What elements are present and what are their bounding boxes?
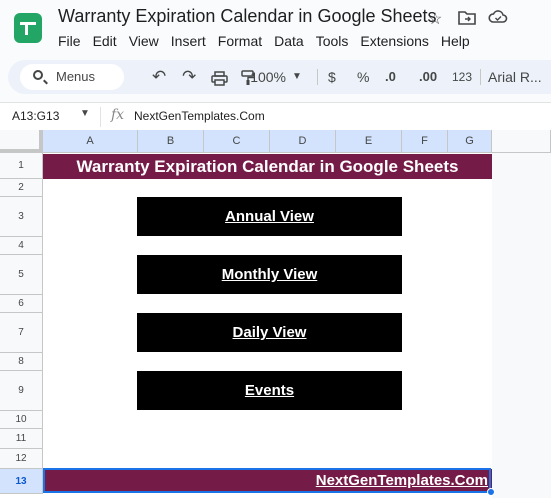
daily-view-button[interactable]: Daily View xyxy=(137,313,402,352)
row-header-8[interactable]: 8 xyxy=(0,353,43,371)
redo-icon[interactable]: ↷ xyxy=(182,60,196,94)
row-header-1[interactable]: 1 xyxy=(0,153,43,179)
cloud-status-icon[interactable] xyxy=(488,9,508,30)
row-header-4[interactable]: 4 xyxy=(0,237,43,255)
select-all-corner[interactable] xyxy=(0,130,43,153)
column-header-filler xyxy=(492,130,551,153)
name-box[interactable]: A13:G13 xyxy=(12,109,59,123)
menu-view[interactable]: View xyxy=(123,31,165,51)
footer-link[interactable]: NextGenTemplates.Com xyxy=(43,469,492,492)
annual-view-button[interactable]: Annual View xyxy=(137,197,402,236)
move-folder-icon[interactable] xyxy=(458,9,476,30)
menu-format[interactable]: Format xyxy=(212,31,268,51)
formula-divider xyxy=(100,107,101,127)
monthly-view-button[interactable]: Monthly View xyxy=(137,255,402,294)
name-box-chevron-down-icon[interactable]: ▼ xyxy=(80,108,90,119)
search-menus-label: Menus xyxy=(56,69,96,84)
row-header-9[interactable]: 9 xyxy=(0,371,43,411)
document-title[interactable]: Warranty Expiration Calendar in Google S… xyxy=(58,6,437,27)
row-header-3[interactable]: 3 xyxy=(0,197,43,237)
fill-handle[interactable] xyxy=(487,488,495,496)
menu-extensions[interactable]: Extensions xyxy=(354,31,434,51)
fx-icon: fx xyxy=(111,107,125,123)
menu-tools[interactable]: Tools xyxy=(310,31,355,51)
menu-edit[interactable]: Edit xyxy=(87,31,123,51)
menu-help[interactable]: Help xyxy=(435,31,476,51)
unused-sheet-area xyxy=(492,153,551,498)
sheet-title-banner: Warranty Expiration Calendar in Google S… xyxy=(43,154,492,179)
zoom-chevron-down-icon[interactable]: ▼ xyxy=(292,60,302,94)
menu-data[interactable]: Data xyxy=(268,31,310,51)
sheets-logo-icon[interactable] xyxy=(14,13,42,43)
column-header-d[interactable]: D xyxy=(270,130,336,153)
column-header-f[interactable]: F xyxy=(402,130,448,153)
decrease-decimal-button[interactable]: .0 xyxy=(385,60,396,94)
currency-format-button[interactable]: $ xyxy=(328,60,336,94)
percent-format-button[interactable]: % xyxy=(357,60,369,94)
row-header-5[interactable]: 5 xyxy=(0,255,43,295)
column-header-b[interactable]: B xyxy=(138,130,204,153)
column-header-a[interactable]: A xyxy=(43,130,138,153)
spreadsheet-app: Warranty Expiration Calendar in Google S… xyxy=(0,0,551,498)
row-header-7[interactable]: 7 xyxy=(0,313,43,353)
print-icon[interactable] xyxy=(211,60,228,94)
row-header-2[interactable]: 2 xyxy=(0,179,43,197)
formula-bar: A13:G13 ▼ fx NextGenTemplates.Com xyxy=(0,102,551,130)
menu-bar: File Edit View Insert Format Data Tools … xyxy=(52,31,476,51)
row-header-13[interactable]: 13 xyxy=(0,469,43,494)
undo-icon[interactable]: ↶ xyxy=(152,60,166,94)
sheet-grid[interactable]: A B C D E F G 1 2 3 4 5 6 7 8 9 10 11 12… xyxy=(0,130,551,498)
zoom-select[interactable]: 100% xyxy=(246,60,286,94)
menu-file[interactable]: File xyxy=(52,31,87,51)
toolbar-divider xyxy=(317,69,318,85)
search-icon xyxy=(33,70,43,80)
more-formats-button[interactable]: 123 xyxy=(452,60,472,94)
column-header-e[interactable]: E xyxy=(336,130,402,153)
row-header-10[interactable]: 10 xyxy=(0,411,43,429)
column-header-g[interactable]: G xyxy=(448,130,492,153)
row-header-6[interactable]: 6 xyxy=(0,295,43,313)
star-icon[interactable]: ☆ xyxy=(428,9,442,29)
formula-input[interactable]: NextGenTemplates.Com xyxy=(134,109,265,123)
search-menus-button[interactable]: Menus xyxy=(20,64,124,90)
row-header-12[interactable]: 12 xyxy=(0,449,43,469)
menu-insert[interactable]: Insert xyxy=(165,31,212,51)
column-header-c[interactable]: C xyxy=(204,130,270,153)
increase-decimal-button[interactable]: .00 xyxy=(419,60,437,94)
toolbar: Menus ↶ ↷ 100% ▼ $ % .0 .00 123 Arial R.… xyxy=(8,60,551,94)
font-family-select[interactable]: Arial R... xyxy=(488,60,542,94)
events-button[interactable]: Events xyxy=(137,371,402,410)
row-header-11[interactable]: 11 xyxy=(0,429,43,449)
toolbar-divider xyxy=(480,69,481,85)
